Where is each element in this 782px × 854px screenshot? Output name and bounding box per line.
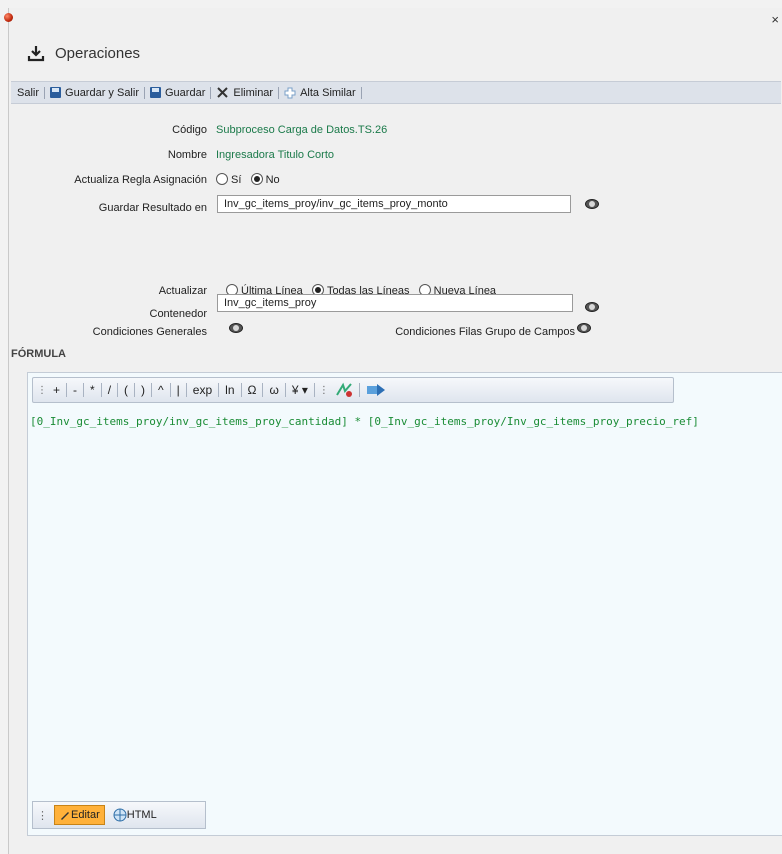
add-plus-icon: [284, 87, 296, 98]
eye-icon[interactable]: [585, 302, 599, 312]
toolbar-grip: ⋮: [37, 384, 47, 396]
formula-editor[interactable]: ⋮ + - * / ( ) ^ | exp ln Ω ω ¥ ▾ ⋮ [0_In…: [27, 372, 782, 836]
op-multiply-button[interactable]: *: [84, 383, 101, 397]
app-icon: [4, 13, 13, 22]
tab-html[interactable]: HTML: [109, 808, 161, 822]
window: × Operaciones Salir Guardar y Salir Guar…: [4, 8, 782, 854]
delete-button[interactable]: Eliminar: [216, 86, 273, 99]
delete-x-icon: [217, 87, 229, 98]
op-exp-button[interactable]: exp: [187, 383, 218, 397]
actualiza-regla-label: Actualiza Regla Asignación: [74, 174, 207, 186]
floppy-icon: [50, 87, 62, 98]
actualiza-regla-radio-group: Sí No: [216, 173, 280, 186]
op-divide-button[interactable]: /: [102, 383, 117, 397]
function-wizard-icon[interactable]: [335, 382, 353, 398]
exit-button[interactable]: Salir: [17, 87, 39, 99]
save-exit-button[interactable]: Guardar y Salir: [50, 87, 139, 99]
eye-icon[interactable]: [585, 199, 599, 209]
title-bar: ×: [4, 8, 782, 34]
condiciones-generales-label: Condiciones Generales: [92, 326, 207, 338]
radio-si[interactable]: Sí: [216, 173, 241, 186]
codigo-label: Código: [172, 124, 207, 136]
guardar-resultado-label: Guardar Resultado en: [98, 202, 207, 214]
op-omega-lower-button[interactable]: ω: [263, 383, 284, 397]
condiciones-filas-label: Condiciones Filas Grupo de Campos: [395, 326, 575, 338]
add-similar-button[interactable]: Alta Similar: [284, 87, 356, 99]
op-omega-upper-button[interactable]: Ω: [242, 383, 263, 397]
save-button[interactable]: Guardar: [150, 87, 205, 99]
page-header: Operaciones: [27, 42, 140, 64]
pencil-icon: [61, 812, 69, 820]
insert-field-icon[interactable]: [366, 383, 386, 397]
op-minus-button[interactable]: -: [67, 383, 83, 397]
page-title: Operaciones: [55, 44, 141, 62]
radio-no[interactable]: No: [250, 173, 280, 186]
actualizar-label: Actualizar: [158, 285, 207, 297]
globe-icon: [113, 808, 127, 822]
eye-icon[interactable]: [577, 323, 591, 333]
op-ln-button[interactable]: ln: [219, 383, 240, 397]
formula-section-title: FÓRMULA: [11, 348, 66, 360]
eye-icon[interactable]: [229, 323, 243, 333]
op-open-paren-button[interactable]: (: [118, 383, 134, 397]
close-button[interactable]: ×: [771, 12, 779, 27]
formula-text[interactable]: [0_Inv_gc_items_proy/inv_gc_items_proy_c…: [30, 415, 699, 428]
op-more-dropdown[interactable]: ¥ ▾: [286, 383, 314, 397]
contenedor-input[interactable]: Inv_gc_items_proy: [217, 294, 573, 312]
action-toolbar: Salir Guardar y Salir Guardar Eliminar A…: [11, 81, 781, 104]
tab-editar[interactable]: Editar: [54, 805, 105, 825]
nombre-value: Ingresadora Titulo Corto: [216, 149, 335, 161]
op-power-button[interactable]: ^: [152, 383, 170, 397]
formula-toolbar: ⋮ + - * / ( ) ^ | exp ln Ω ω ¥ ▾ ⋮: [32, 377, 674, 403]
contenedor-label: Contenedor: [149, 308, 208, 320]
codigo-value: Subproceso Carga de Datos.TS.26: [216, 124, 388, 136]
toolbar-grip: ⋮: [318, 384, 329, 396]
op-close-paren-button[interactable]: ): [135, 383, 151, 397]
op-abs-button[interactable]: |: [171, 383, 186, 397]
guardar-resultado-input[interactable]: Inv_gc_items_proy/inv_gc_items_proy_mont…: [217, 195, 571, 213]
download-icon: [27, 46, 45, 62]
floppy-icon: [150, 87, 161, 98]
editor-bottom-tabs: ⋮ Editar HTML: [32, 801, 206, 829]
nombre-label: Nombre: [167, 149, 207, 161]
op-plus-button[interactable]: +: [47, 383, 66, 397]
